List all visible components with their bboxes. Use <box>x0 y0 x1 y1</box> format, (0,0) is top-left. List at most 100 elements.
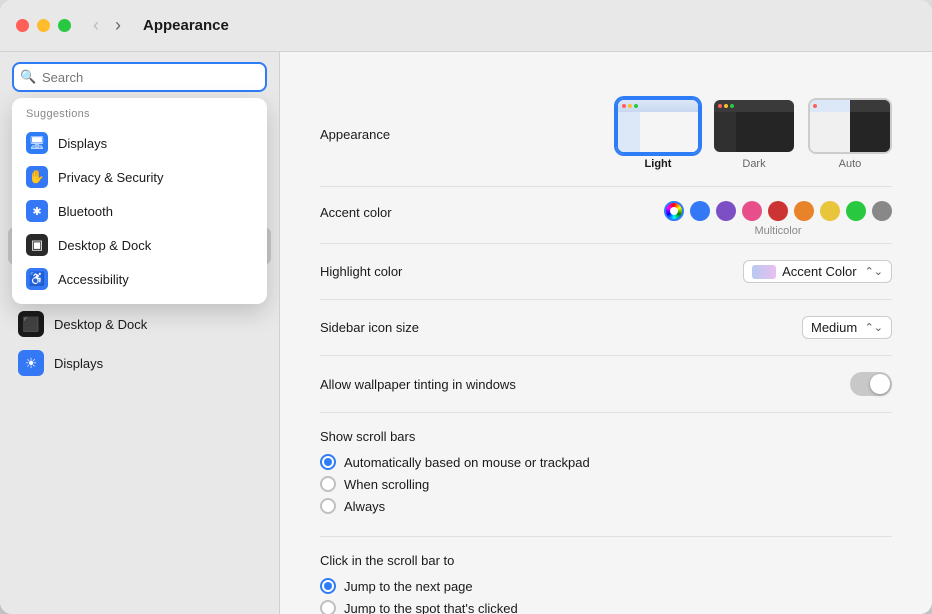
thumb-titlebar-dark <box>714 100 794 112</box>
accent-blue[interactable] <box>690 201 710 221</box>
forward-button[interactable]: › <box>109 13 127 38</box>
suggestion-accessibility[interactable]: ♿ Accessibility <box>12 262 267 296</box>
highlight-color-label: Highlight color <box>320 264 402 279</box>
appearance-auto-label: Auto <box>839 158 862 170</box>
click-jump-next-option[interactable]: Jump to the next page <box>320 578 892 594</box>
thumb-auto-right <box>850 100 890 152</box>
scroll-auto-radio[interactable] <box>320 454 336 470</box>
appearance-option-light[interactable]: Light <box>616 98 700 170</box>
suggestion-displays[interactable]: 🖥 Displays <box>12 126 267 160</box>
auto-dot-r <box>813 104 817 108</box>
bluetooth-icon: ✱ <box>26 200 48 222</box>
thumb-auto-body-dark <box>850 112 890 152</box>
scroll-always-option[interactable]: Always <box>320 498 892 514</box>
highlight-swatch <box>752 265 776 279</box>
scroll-always-radio[interactable] <box>320 498 336 514</box>
suggestions-label: Suggestions <box>12 106 267 126</box>
thumb-auto-left <box>810 100 850 152</box>
scroll-when-scrolling-radio[interactable] <box>320 476 336 492</box>
accent-graphite[interactable] <box>872 201 892 221</box>
sidebar-item-displays[interactable]: ☀ Displays <box>8 344 271 382</box>
minimize-button[interactable] <box>37 19 50 32</box>
accent-red[interactable] <box>768 201 788 221</box>
thumb-dot-yellow-dark <box>724 104 728 108</box>
highlight-color-select[interactable]: Accent Color ⌃⌄ <box>743 260 892 283</box>
click-jump-next-label: Jump to the next page <box>344 579 473 594</box>
click-jump-next-radio[interactable] <box>320 578 336 594</box>
click-scroll-bar-section: Click in the scroll bar to Jump to the n… <box>320 537 892 614</box>
scroll-when-scrolling-option[interactable]: When scrolling <box>320 476 892 492</box>
thumb-body-dark <box>714 112 794 152</box>
thumb-main-light <box>640 112 698 152</box>
sidebar-item-desktop-dock[interactable]: ⬛ Desktop & Dock <box>8 305 271 343</box>
main-layout: 🔍 Suggestions 🖥 Displays ✋ Privacy & Sec… <box>0 52 932 614</box>
back-button[interactable]: ‹ <box>87 13 105 38</box>
accent-color-label: Accent color <box>320 201 392 220</box>
suggestion-displays-label: Displays <box>58 136 107 151</box>
accent-row <box>664 201 892 221</box>
thumb-dot-red <box>622 104 626 108</box>
appearance-thumb-light <box>616 98 700 154</box>
thumb-dot-green <box>634 104 638 108</box>
system-preferences-window: ‹ › Appearance 🔍 Suggestions 🖥 Displays <box>0 0 932 614</box>
accent-selected-label: Multicolor <box>754 225 801 237</box>
desktop-dock-icon: ▣ <box>26 234 48 256</box>
accent-pink[interactable] <box>742 201 762 221</box>
sidebar-icon-size-select[interactable]: Medium ⌃⌄ <box>802 316 892 339</box>
thumb-sidebar-light <box>618 112 640 152</box>
suggestion-bluetooth-label: Bluetooth <box>58 204 113 219</box>
wallpaper-tinting-toggle[interactable] <box>850 372 892 396</box>
appearance-option-dark[interactable]: Dark <box>712 98 796 170</box>
sidebar-desktop-dock-label: Desktop & Dock <box>54 317 147 332</box>
thumb-dot-red-dark <box>718 104 722 108</box>
appearance-dark-label: Dark <box>742 158 765 170</box>
accent-multicolor[interactable] <box>664 201 684 221</box>
maximize-button[interactable] <box>58 19 71 32</box>
scroll-always-label: Always <box>344 499 385 514</box>
sidebar: 🔍 Suggestions 🖥 Displays ✋ Privacy & Sec… <box>0 52 280 614</box>
thumb-main-dark <box>736 112 794 152</box>
appearance-options: Light <box>616 98 892 170</box>
search-icon: 🔍 <box>20 69 36 85</box>
accent-color-picker: Multicolor <box>664 201 892 237</box>
search-input[interactable] <box>12 62 267 92</box>
size-chevron-icon: ⌃⌄ <box>865 321 883 334</box>
sidebar-displays-label: Displays <box>54 356 103 371</box>
close-button[interactable] <box>16 19 29 32</box>
accent-yellow[interactable] <box>820 201 840 221</box>
thumb-titlebar-light <box>618 100 698 112</box>
sidebar-icon-size-row: Sidebar icon size Medium ⌃⌄ <box>320 300 892 356</box>
accent-purple[interactable] <box>716 201 736 221</box>
suggestions-dropdown: Suggestions 🖥 Displays ✋ Privacy & Secur… <box>12 98 267 304</box>
search-wrap: 🔍 <box>12 62 267 92</box>
accent-green[interactable] <box>846 201 866 221</box>
displays-icon: 🖥 <box>26 132 48 154</box>
accent-color-row: Accent color Multicolor <box>320 187 892 244</box>
click-scroll-bar-title: Click in the scroll bar to <box>320 553 892 568</box>
scroll-auto-option[interactable]: Automatically based on mouse or trackpad <box>320 454 892 470</box>
suggestion-bluetooth[interactable]: ✱ Bluetooth <box>12 194 267 228</box>
suggestion-privacy[interactable]: ✋ Privacy & Security <box>12 160 267 194</box>
suggestion-desktop-dock[interactable]: ▣ Desktop & Dock <box>12 228 267 262</box>
highlight-color-value: Accent Color <box>782 264 856 279</box>
click-jump-spot-label: Jump to the spot that's clicked <box>344 601 518 614</box>
appearance-thumb-dark <box>712 98 796 154</box>
highlight-chevron-icon: ⌃⌄ <box>865 265 883 278</box>
thumb-auto-titlebar-light <box>810 100 850 112</box>
suggestion-accessibility-label: Accessibility <box>58 272 129 287</box>
scroll-auto-label: Automatically based on mouse or trackpad <box>344 455 590 470</box>
appearance-thumb-auto <box>808 98 892 154</box>
sidebar-icon-size-label: Sidebar icon size <box>320 320 419 335</box>
privacy-icon: ✋ <box>26 166 48 188</box>
appearance-option-auto[interactable]: Auto <box>808 98 892 170</box>
thumb-body-light <box>618 112 698 152</box>
nav-buttons: ‹ › <box>87 13 127 38</box>
click-jump-spot-option[interactable]: Jump to the spot that's clicked <box>320 600 892 614</box>
thumb-dot-yellow <box>628 104 632 108</box>
accent-orange[interactable] <box>794 201 814 221</box>
click-jump-spot-radio[interactable] <box>320 600 336 614</box>
appearance-light-label: Light <box>645 158 672 170</box>
accessibility-icon: ♿ <box>26 268 48 290</box>
highlight-color-row: Highlight color Accent Color ⌃⌄ <box>320 244 892 300</box>
suggestion-privacy-label: Privacy & Security <box>58 170 163 185</box>
